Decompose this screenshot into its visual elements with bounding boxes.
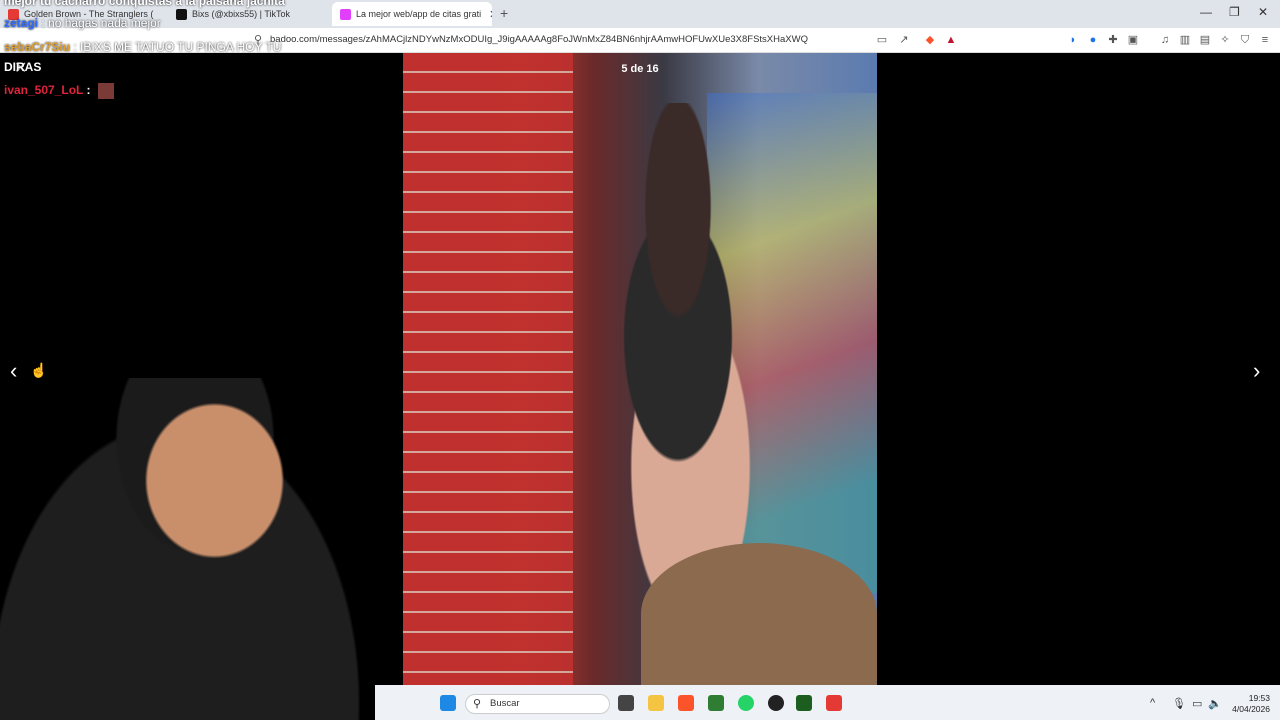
close-window-button[interactable]: ✕ (1258, 5, 1268, 19)
menu-icon[interactable]: ≡ (1259, 34, 1271, 46)
spreadsheet-icon[interactable] (708, 695, 724, 711)
leo-icon[interactable]: ✧ (1219, 34, 1231, 46)
brave-shield-icon[interactable]: ◆ (924, 34, 936, 46)
puzzle-icon[interactable]: ✚ (1107, 34, 1119, 46)
clock-date: 4/04/2026 (1232, 704, 1270, 714)
wallet-icon[interactable]: ▤ (1199, 34, 1211, 46)
volume-icon[interactable]: 🔈 (1208, 697, 1222, 710)
share-icon[interactable]: ↗ (898, 34, 910, 46)
tab-title: La mejor web/app de citas grati (356, 9, 482, 19)
music-icon[interactable]: ♫ (1159, 34, 1171, 46)
tab-badoo[interactable]: La mejor web/app de citas grati ✕ (332, 2, 492, 26)
search-icon: ⚲ (473, 698, 482, 710)
emote-icon (97, 83, 114, 99)
extension-icon[interactable]: ● (1087, 34, 1099, 46)
rewards-icon[interactable]: ▲ (945, 34, 957, 46)
clock-time: 19:53 (1248, 693, 1270, 703)
file-explorer-icon[interactable] (648, 695, 664, 711)
sidebar-icon[interactable]: ▥ (1179, 34, 1191, 46)
search-label: Buscar (490, 698, 520, 709)
chevron-up-icon[interactable]: ^ (1150, 697, 1155, 709)
brave-icon[interactable] (678, 695, 694, 711)
photo-counter-label: 5 de 16 (621, 63, 659, 75)
taskbar-clock[interactable]: 19:53 4/04/2026 (1228, 693, 1270, 715)
chat-username: ivan_507_LoL (4, 83, 84, 98)
vpn-icon[interactable]: ⛉ (1239, 34, 1251, 46)
audio-icon[interactable]: ◗ (1067, 34, 1079, 46)
chat-line: DIRAS (4, 60, 42, 74)
chat-username: sebaCr7Siu (4, 40, 71, 54)
webcam-feed (0, 378, 390, 720)
chat-line: zetagi : no hagas nada mejor (4, 16, 161, 30)
chat-line: ivan_507_LoL : (4, 83, 114, 99)
new-tab-button[interactable]: + (500, 5, 508, 21)
tiktok-icon (176, 8, 187, 20)
tab-title: Bixs (@xbixs55) | TikTok (192, 9, 290, 19)
screenshot-icon[interactable]: ▣ (1127, 34, 1139, 46)
network-icon[interactable]: ▭ (1192, 697, 1202, 710)
profile-photo (403, 53, 877, 685)
chat-message: : (86, 83, 91, 98)
microphone-icon[interactable]: 🎙 (1172, 697, 1186, 710)
media-app-icon[interactable] (796, 695, 812, 711)
wooden-stool (641, 543, 877, 685)
task-view-icon[interactable] (618, 695, 634, 711)
maximize-button[interactable]: ❐ (1229, 5, 1240, 19)
close-tab-icon[interactable]: ✕ (489, 8, 492, 21)
whatsapp-icon[interactable] (738, 695, 754, 711)
obs-icon[interactable] (768, 695, 784, 711)
brick-wall (403, 53, 573, 685)
start-icon[interactable] (440, 695, 456, 711)
photo-counter: 5 de 16 (403, 53, 877, 83)
chat-message: : no hagas nada mejor (41, 16, 161, 30)
chevron-right-icon[interactable]: › (1253, 358, 1260, 384)
reader-icon[interactable]: ▭ (876, 34, 888, 46)
url-field[interactable]: badoo.com/messages/zAhMACjlzNDYwNzMxODUI… (270, 34, 808, 45)
minimize-button[interactable]: — (1200, 5, 1212, 19)
app-icon[interactable] (826, 695, 842, 711)
chat-line: mejor tu cacharro conquistas a la paisan… (4, 0, 285, 8)
taskbar-search[interactable]: Buscar (465, 694, 610, 714)
chat-line: sebaCr7Siu : IBIXS ME TATUO TU PINGA HOY… (4, 40, 281, 54)
mouse-cursor-icon: ☝ (30, 362, 48, 378)
badoo-icon (340, 8, 351, 20)
chat-message: : IBIXS ME TATUO TU PINGA HOY TU (73, 40, 282, 54)
chat-username: zetagi (4, 16, 39, 30)
